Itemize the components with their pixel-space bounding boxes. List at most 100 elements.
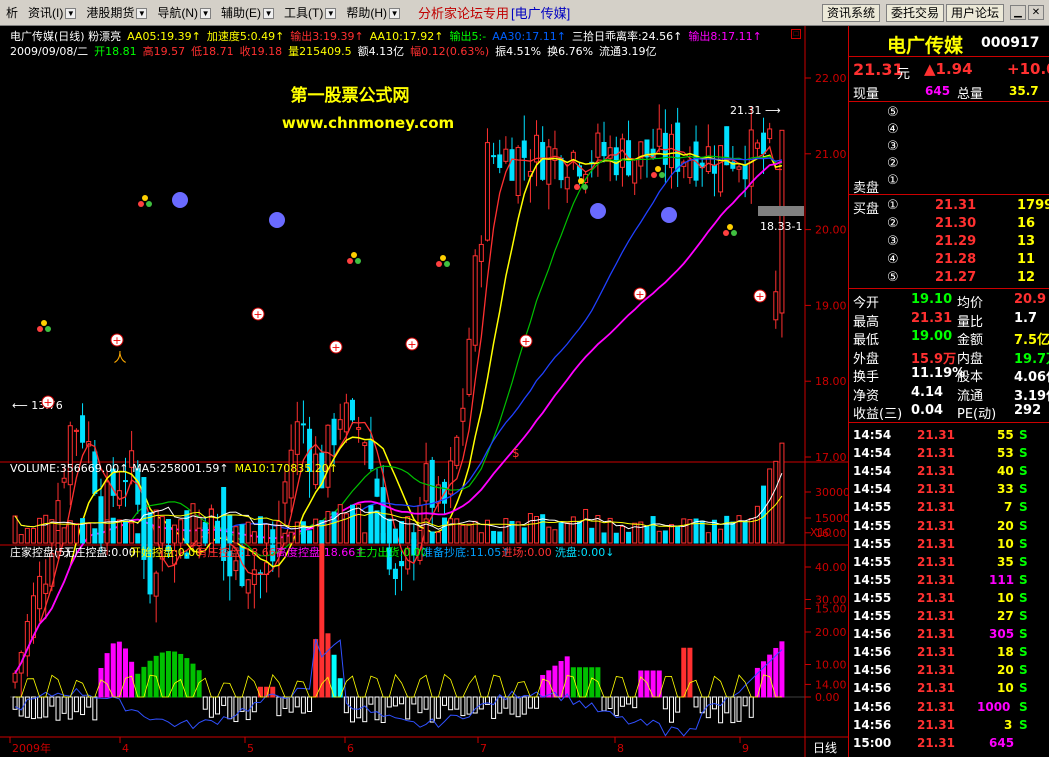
volume-bar	[626, 531, 632, 544]
indicator-bar	[221, 696, 227, 706]
ball-icon	[723, 230, 729, 236]
stat-label: 内盘	[957, 351, 984, 367]
sell-level-5: ⑤	[887, 105, 899, 120]
tick-volume: 3	[1004, 717, 1013, 732]
stat-value: 4.06亿	[1014, 370, 1049, 385]
indicator-axis-label: 0.00	[815, 691, 840, 704]
candle-body	[718, 145, 724, 193]
dropdown-arrow-icon[interactable]: ▼	[200, 8, 212, 20]
candle-body	[37, 575, 43, 610]
indicator-bar	[165, 651, 171, 698]
menu-item-2[interactable]: 港股期货 ▼	[80, 4, 148, 21]
tick-price: 21.31	[917, 663, 955, 678]
tick-volume: 18	[997, 645, 1014, 660]
menu-item-4[interactable]: 辅助(E) ▼	[215, 4, 275, 21]
indicator-bar	[607, 696, 613, 710]
user-forum-button[interactable]: 用户论坛	[946, 4, 1005, 22]
date-axis-label: 7	[480, 742, 487, 755]
volume-axis-label: 30000	[815, 486, 849, 499]
close-icon[interactable]: ✕	[1028, 5, 1044, 20]
indicator-bar	[460, 696, 466, 717]
minimize-icon[interactable]: ▁	[1010, 5, 1026, 20]
tick-side: S	[1019, 717, 1028, 732]
indicator-bar	[55, 696, 61, 721]
volume-bar	[116, 519, 122, 544]
stat-label: 收益(三)	[853, 407, 903, 422]
volume-bar	[276, 524, 282, 544]
indicator-bar	[294, 696, 300, 708]
candle-body	[515, 146, 521, 197]
tick-volume: 7	[1004, 500, 1013, 515]
kline-chart[interactable]: 22.0021.0020.0019.0018.0017.0016.0015.00…	[0, 26, 849, 757]
volume-bar	[638, 521, 644, 544]
volume-bar	[251, 531, 257, 544]
volume-bar	[736, 515, 742, 544]
price-unit: 元	[897, 67, 911, 82]
tick-time: 14:56	[853, 717, 892, 732]
volume-bar	[239, 524, 245, 544]
candle-body	[761, 132, 767, 155]
tick-time: 14:55	[853, 536, 892, 551]
menu-item-0[interactable]: 析	[0, 4, 18, 21]
dropdown-arrow-icon[interactable]: ▼	[325, 8, 337, 20]
indicator-bar	[49, 696, 55, 707]
menu-item-5[interactable]: 工具(T) ▼	[278, 4, 337, 21]
candle-body	[503, 148, 509, 162]
ball-icon	[41, 320, 47, 326]
candle-body	[429, 459, 435, 508]
dropdown-arrow-icon[interactable]: ▼	[389, 8, 401, 20]
candle-body	[43, 583, 49, 594]
indicator-bar	[374, 696, 380, 721]
menu-item-6[interactable]: 帮助(H) ▼	[340, 4, 401, 21]
plus-glyph: +	[43, 396, 52, 409]
volume-bar	[779, 442, 785, 544]
volume-bar	[61, 527, 67, 544]
dropdown-arrow-icon[interactable]: ▼	[65, 8, 77, 20]
candle-body	[669, 133, 675, 169]
indicator-bar	[662, 696, 668, 710]
volume-bar	[699, 520, 705, 544]
menu-item-1[interactable]: 资讯(I) ▼	[22, 4, 77, 21]
indicator-axis-label: 40.00	[815, 561, 847, 574]
buy-level-num: ①	[887, 198, 899, 213]
indicator-bar	[61, 696, 67, 714]
ball-icon	[659, 172, 665, 178]
ma10-line	[14, 152, 783, 674]
menu-items: 析资讯(I) ▼ 港股期货 ▼ 导航(N) ▼ 辅助(E) ▼ 工具(T) ▼ 帮助(H) ▼	[0, 4, 404, 21]
indicator-bar	[245, 696, 251, 721]
indicator-bar	[693, 696, 699, 708]
volume-bar	[564, 522, 570, 544]
dropdown-arrow-icon[interactable]: ▼	[263, 8, 275, 20]
dropdown-arrow-icon[interactable]: ▼	[136, 8, 148, 20]
indicator-bar	[122, 648, 128, 698]
indicator-bar	[448, 696, 454, 711]
indicator-bar	[356, 696, 362, 719]
indicator-bar	[159, 652, 165, 698]
indicator-bar	[288, 696, 294, 713]
volume-header-item: VOLUME:356669.00↑	[10, 462, 128, 475]
candle-body	[374, 478, 380, 497]
buy-price: 21.30	[935, 216, 977, 231]
candle-body	[472, 255, 478, 346]
stat-value: 4.14	[911, 384, 944, 400]
tick-price: 21.31	[917, 735, 955, 750]
buy-level-num: ③	[887, 234, 899, 249]
volume-bar	[711, 519, 717, 544]
indicator-bar	[405, 696, 411, 720]
info-system-button[interactable]: 资讯系统	[822, 4, 881, 22]
menu-item-3[interactable]: 导航(N) ▼	[151, 4, 212, 21]
indicator-bar	[67, 696, 73, 720]
volume-bar	[675, 525, 681, 544]
sell-level-4: ④	[887, 122, 899, 137]
indicator-bar	[37, 696, 43, 719]
stat-label: 外盘	[853, 351, 880, 367]
volume-bar	[233, 526, 239, 544]
tick-price: 21.31	[917, 446, 955, 461]
trade-button[interactable]: 委托交易	[886, 4, 945, 22]
tick-volume: 645	[989, 735, 1015, 750]
tick-row: 14:54 21.31 53 S	[849, 444, 1049, 462]
tick-side: S	[1019, 500, 1028, 515]
chart-area[interactable]: 电广传媒(日线) 粉漂亮 AA05:19.39↑ 加速度5:0.49↑ 输出3:19.…	[0, 26, 849, 757]
date-axis-label: 8	[617, 742, 624, 755]
candle-body	[466, 338, 472, 395]
